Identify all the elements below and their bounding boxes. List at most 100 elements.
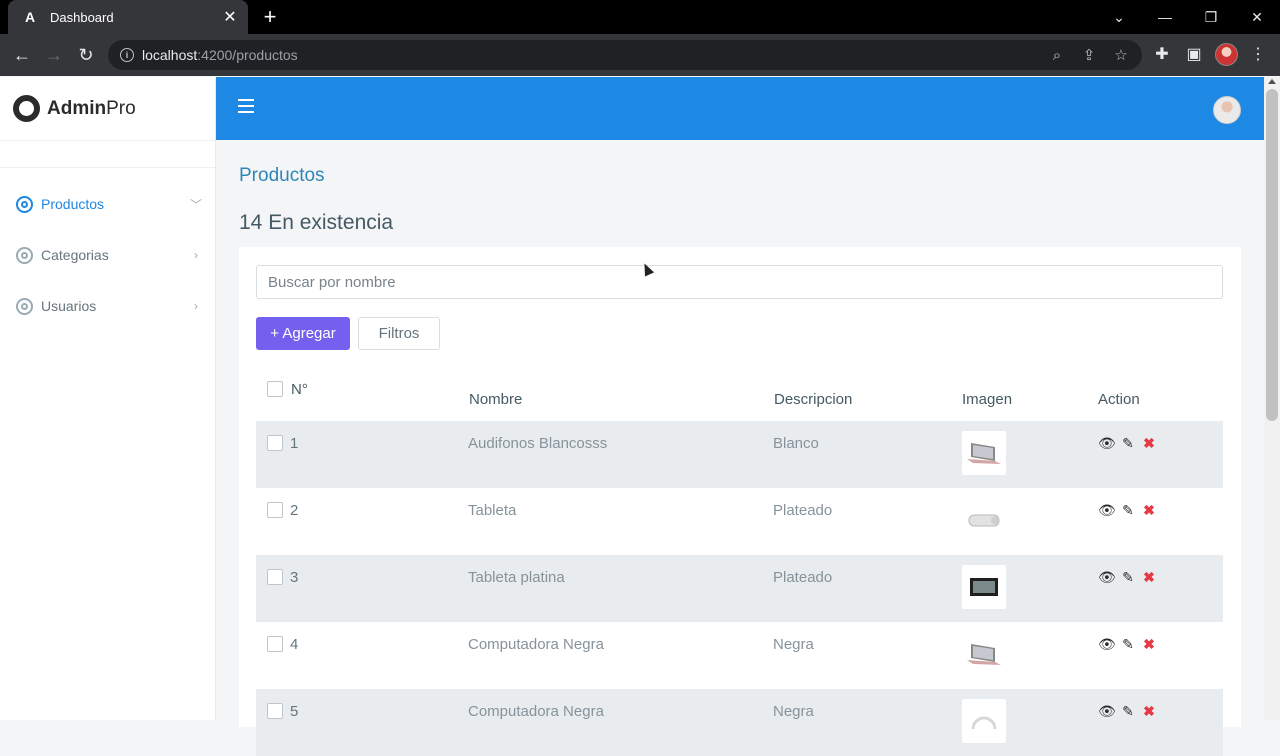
reload-icon[interactable]: ↻	[73, 42, 99, 68]
filters-button[interactable]: Filtros	[358, 317, 440, 350]
address-bar[interactable]: i localhost:4200/productos ⌕ ⇪ ☆	[108, 40, 1142, 70]
edit-pencil-icon[interactable]: ✎	[1120, 502, 1136, 519]
site-info-icon[interactable]: i	[120, 48, 134, 62]
table-row: 4 Computadora Negra Negra 👁 ✎ ✖	[256, 622, 1223, 689]
product-thumbnail	[962, 632, 1006, 676]
share-icon[interactable]: ⇪	[1080, 47, 1098, 65]
row-description: Negra	[773, 703, 814, 720]
product-thumbnail	[962, 565, 1006, 609]
view-eye-icon[interactable]: 👁	[1098, 569, 1116, 586]
row-name: Computadora Negra	[468, 636, 604, 653]
tab-title: Dashboard	[50, 9, 114, 25]
scroll-thumb[interactable]	[1266, 89, 1278, 421]
table-row: 5 Computadora Negra Negra 👁 ✎ ✖	[256, 689, 1223, 756]
row-description: Blanco	[773, 435, 819, 452]
table-row: 1 Audifonos Blancosss Blanco 👁 ✎ ✖	[256, 421, 1223, 488]
close-window-button[interactable]: ✕	[1234, 0, 1280, 34]
browser-profile-avatar[interactable]	[1215, 43, 1238, 66]
headphones-image	[971, 716, 997, 730]
new-tab-button[interactable]: +	[259, 4, 281, 30]
row-number: 5	[290, 703, 299, 720]
search-input[interactable]	[256, 265, 1223, 299]
select-all-checkbox[interactable]	[267, 381, 283, 397]
tab-search-icon[interactable]: ⌄	[1096, 0, 1142, 34]
close-tab-icon[interactable]: ✕	[222, 7, 238, 27]
edit-pencil-icon[interactable]: ✎	[1120, 569, 1136, 586]
table-row: 3 Tableta platina Plateado 👁 ✎ ✖	[256, 555, 1223, 622]
product-thumbnail	[962, 498, 1006, 542]
row-checkbox[interactable]	[267, 435, 283, 451]
row-checkbox[interactable]	[267, 502, 283, 518]
side-panel-icon[interactable]: ▣	[1183, 44, 1205, 66]
delete-x-icon[interactable]: ✖	[1141, 435, 1157, 452]
browser-tab[interactable]: A Dashboard ✕	[8, 0, 248, 34]
row-description: Negra	[773, 636, 814, 653]
zoom-icon[interactable]: ⌕	[1048, 47, 1066, 65]
target-icon	[16, 195, 33, 213]
row-name: Tableta platina	[468, 569, 565, 586]
target-icon	[16, 246, 33, 264]
column-header-name[interactable]: Nombre	[469, 391, 522, 408]
brand[interactable]: Admin Pro	[0, 77, 215, 141]
sidebar: Admin Pro Productos ﹀ Categorias › Usuari…	[0, 77, 216, 720]
back-icon[interactable]: ←	[9, 42, 35, 68]
page-scrollbar[interactable]	[1264, 77, 1280, 720]
column-header-action: Action	[1098, 391, 1140, 408]
row-checkbox[interactable]	[267, 636, 283, 652]
browser-toolbar: ← → ↻ i localhost:4200/productos ⌕ ⇪ ☆ ✚…	[0, 34, 1280, 76]
app-topbar	[216, 77, 1264, 140]
row-name: Computadora Negra	[468, 703, 604, 720]
hamburger-menu-icon[interactable]	[238, 99, 254, 113]
scroll-up-icon[interactable]	[1268, 79, 1276, 84]
bookmark-star-icon[interactable]: ☆	[1112, 47, 1130, 65]
chevron-down-icon: ﹀	[189, 197, 202, 212]
delete-x-icon[interactable]: ✖	[1141, 636, 1157, 653]
row-checkbox[interactable]	[267, 569, 283, 585]
sidebar-item-categorias[interactable]: Categorias ›	[0, 235, 216, 275]
minimize-button[interactable]: —	[1142, 0, 1188, 34]
column-header-description[interactable]: Descripcion	[774, 391, 852, 408]
sidebar-item-label: Categorias	[41, 247, 109, 263]
row-checkbox[interactable]	[267, 703, 283, 719]
sidebar-item-productos[interactable]: Productos ﹀	[0, 184, 216, 224]
view-eye-icon[interactable]: 👁	[1098, 636, 1116, 653]
row-name: Audifonos Blancosss	[468, 435, 608, 452]
laptop-image	[967, 443, 1001, 464]
delete-x-icon[interactable]: ✖	[1141, 569, 1157, 586]
browser-menu-icon[interactable]: ⋮	[1247, 44, 1269, 66]
edit-pencil-icon[interactable]: ✎	[1120, 703, 1136, 720]
laptop-image	[967, 644, 1001, 665]
adminpro-logo-icon	[13, 95, 40, 122]
row-number: 4	[290, 636, 299, 653]
sidebar-item-usuarios[interactable]: Usuarios ›	[0, 286, 216, 326]
column-header-image: Imagen	[962, 391, 1013, 408]
view-eye-icon[interactable]: 👁	[1098, 435, 1116, 452]
row-description: Plateado	[773, 569, 833, 586]
table-row: 2 Tableta Plateado 👁 ✎ ✖	[256, 488, 1223, 555]
products-card: + Agregar Filtros N° Nombre Descripcion …	[239, 247, 1241, 756]
extensions-icon[interactable]: ✚	[1151, 44, 1173, 66]
row-name: Tableta	[468, 502, 517, 519]
add-button[interactable]: + Agregar	[256, 317, 350, 350]
edit-pencil-icon[interactable]: ✎	[1120, 435, 1136, 452]
speaker-image	[968, 514, 1000, 527]
view-eye-icon[interactable]: 👁	[1098, 502, 1116, 519]
sidebar-item-label: Productos	[41, 196, 105, 212]
forward-icon[interactable]: →	[41, 42, 67, 68]
stock-count-title: 14 En existencia	[239, 211, 394, 234]
sidebar-divider	[0, 141, 215, 168]
brand-name-light: Pro	[106, 97, 136, 119]
sidebar-item-label: Usuarios	[41, 298, 97, 314]
delete-x-icon[interactable]: ✖	[1141, 703, 1157, 720]
brand-name-bold: Admin	[47, 97, 107, 119]
monitor-image	[970, 578, 998, 596]
column-header-number: N°	[291, 381, 308, 398]
row-number: 2	[290, 502, 299, 519]
user-avatar[interactable]	[1213, 96, 1241, 124]
delete-x-icon[interactable]: ✖	[1141, 502, 1157, 519]
chevron-right-icon: ›	[194, 248, 198, 262]
view-eye-icon[interactable]: 👁	[1098, 703, 1116, 720]
row-description: Plateado	[773, 502, 833, 519]
edit-pencil-icon[interactable]: ✎	[1120, 636, 1136, 653]
restore-button[interactable]: ❐	[1188, 0, 1234, 34]
